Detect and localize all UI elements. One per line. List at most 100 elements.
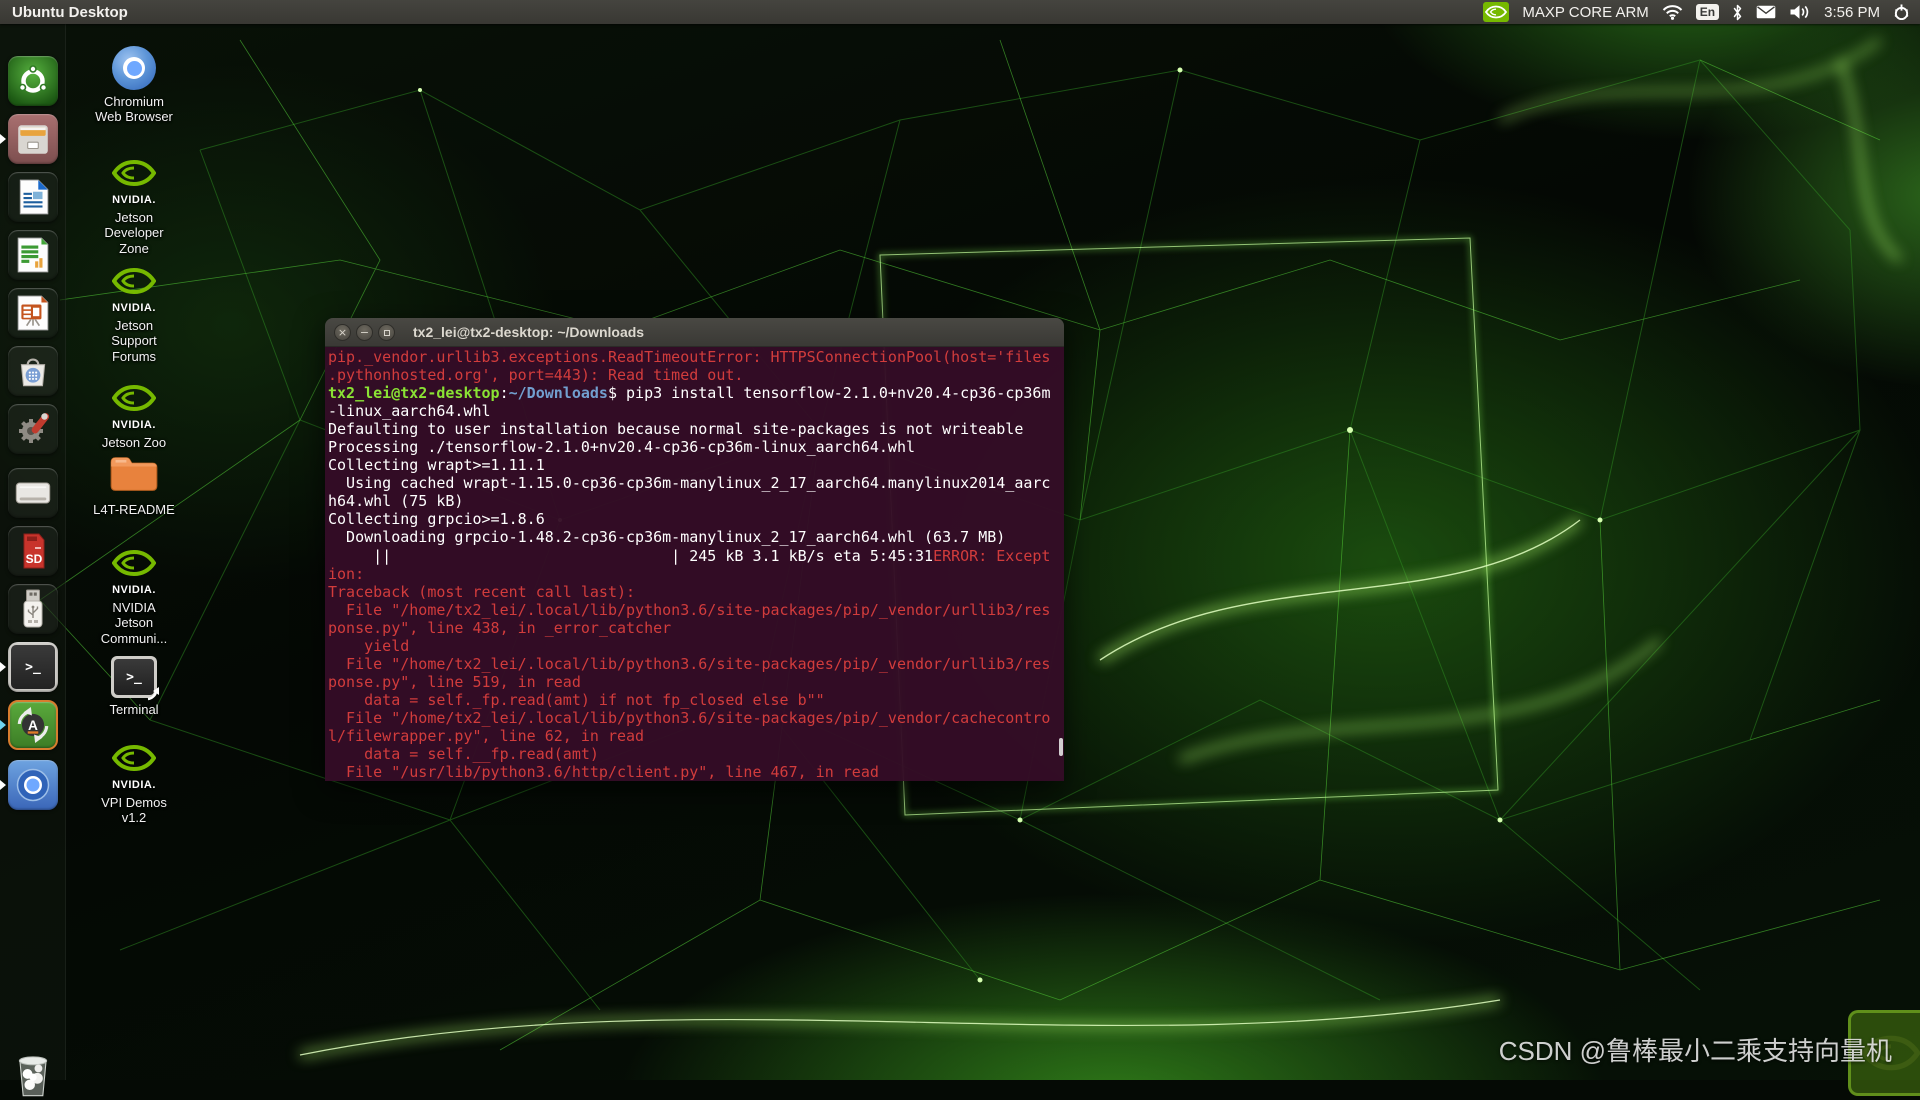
libreoffice-calc-icon [8,230,58,280]
terminal-line: ponse.py", line 519, in read [328,673,1064,691]
bluetooth-icon[interactable] [1732,4,1743,21]
dock-item-libreoffice-writer[interactable] [8,172,58,222]
libreoffice-writer-icon [8,172,58,222]
terminal-line: data = self.__fp.read(amt) [328,745,1064,763]
terminal-line: -linux_aarch64.whl [328,402,1064,420]
usb-drive-icon [8,584,58,634]
desktop-icon-label: Jetson Developer Zone [92,210,176,256]
terminal-icon: >_ [111,656,157,698]
power-icon[interactable] [1893,4,1910,21]
terminal-icon: >_ [8,642,58,692]
terminal-line: ponse.py", line 438, in _error_catcher [328,619,1064,637]
system-settings-icon [8,404,58,454]
terminal-titlebar[interactable]: × − tx2_lei@tx2-desktop: ~/Downloads [325,318,1064,347]
desktop-icon-label: NVIDIA Jetson Communi... [92,600,176,646]
terminal-line: tx2_lei@tx2-desktop:~/Downloads$ pip3 in… [328,384,1064,402]
running-indicator-arrow [0,720,6,730]
desktop-icon-nvidia-jetson-community[interactable]: NVIDIA.NVIDIA Jetson Communi... [92,548,176,646]
desktop-icon-label: Terminal [92,702,176,717]
running-indicator-arrow [0,134,6,144]
nvidia-logo-icon: NVIDIA. [112,266,156,314]
terminal-line: File "/usr/lib/python3.6/http/client.py"… [328,763,1064,781]
dock-item-files[interactable] [8,114,58,164]
dock-item-sd-card[interactable]: SD [8,526,58,576]
desktop-icon-label: Chromium Web Browser [92,94,176,125]
clock[interactable]: 3:56 PM [1824,4,1880,21]
desktop-icon-l4t-readme[interactable]: L4T-README [92,453,176,517]
chromium-icon [8,760,58,810]
running-indicator-arrow [0,662,6,672]
terminal-line: Traceback (most recent call last): [328,583,1064,601]
desktop-icon-label: Jetson Support Forums [92,318,176,364]
dash-home-icon [8,56,58,106]
dock-item-terminal[interactable]: >_ [8,642,58,692]
terminal-line: data = self._fp.read(amt) if not fp_clos… [328,691,1064,709]
dock-item-ubuntu-software[interactable] [8,346,58,396]
desktop-icon-vpi-demos[interactable]: NVIDIA. VPI Demos v1.2 [92,743,176,826]
scrollbar-handle[interactable] [1059,738,1063,756]
dock-item-disks[interactable] [8,468,58,518]
desktop-icon-jetson-developer-zone[interactable]: NVIDIA.Jetson Developer Zone [92,158,176,256]
desktop-icon-label: Jetson Zoo [92,435,176,450]
desktop-icon-label: L4T-README [92,502,176,517]
ubuntu-software-icon [8,346,58,396]
power-mode-indicator[interactable]: MAXP CORE ARM [1522,4,1648,21]
dock-item-libreoffice-impress[interactable] [8,288,58,338]
maximize-button[interactable] [378,324,395,341]
volume-icon[interactable] [1789,4,1811,20]
terminal-window: × − tx2_lei@tx2-desktop: ~/Downloads pip… [325,318,1064,781]
terminal-line: .pythonhosted.org', port=443): Read time… [328,366,1064,384]
desktop-icon-label: VPI Demos v1.2 [92,795,176,826]
svg-text:A: A [28,718,38,733]
dock-item-usb-drive[interactable] [8,584,58,634]
desktop-icon-chromium-web-browser[interactable]: Chromium Web Browser [92,46,176,125]
chromium-icon [112,46,156,90]
dock-item-libreoffice-calc[interactable] [8,230,58,280]
terminal-line: File "/home/tx2_lei/.local/lib/python3.6… [328,709,1064,727]
terminal-line: ion: [328,565,1064,583]
desktop-icon-terminal[interactable]: >_ Terminal [92,656,176,717]
terminal-line: h64.whl (75 kB) [328,492,1064,510]
software-updater-icon: A [8,700,58,750]
top-panel: Ubuntu Desktop MAXP CORE ARM En 3:56 PM [0,0,1920,24]
close-button[interactable]: × [334,324,351,341]
wifi-icon[interactable] [1662,4,1683,20]
terminal-line: Using cached wrapt-1.15.0-cp36-cp36m-man… [328,474,1064,492]
sd-card-icon: SD [8,526,58,576]
dock-item-dash-home[interactable] [8,56,58,106]
terminal-line: pip._vendor.urllib3.exceptions.ReadTimeo… [328,348,1064,366]
nvidia-logo-icon: NVIDIA. [112,548,156,596]
window-title: tx2_lei@tx2-desktop: ~/Downloads [413,324,644,340]
terminal-line: Downloading grpcio-1.48.2-cp36-cp36m-man… [328,528,1064,546]
terminal-line: Defaulting to user installation because … [328,420,1064,438]
terminal-line: File "/home/tx2_lei/.local/lib/python3.6… [328,655,1064,673]
panel-title: Ubuntu Desktop [12,4,128,21]
terminal-line: l/filewrapper.py", line 62, in read [328,727,1064,745]
keyboard-layout-indicator[interactable]: En [1696,4,1719,20]
terminal-line: || | 245 kB 3.1 kB/s eta 5:45:31ERROR: E… [328,547,1064,565]
nvidia-status-icon[interactable] [1483,2,1509,22]
svg-text:SD: SD [26,552,43,566]
disks-icon [8,468,58,518]
libreoffice-impress-icon [8,288,58,338]
nvidia-logo-icon: NVIDIA. [112,743,156,791]
terminal-output[interactable]: pip._vendor.urllib3.exceptions.ReadTimeo… [325,347,1064,781]
nvidia-logo-icon: NVIDIA. [112,383,156,431]
dock-item-software-updater[interactable]: A [8,700,58,750]
terminal-line: Collecting wrapt>=1.11.1 [328,456,1064,474]
desktop-icon-jetson-support-forums[interactable]: NVIDIA.Jetson Support Forums [92,266,176,364]
minimize-button[interactable]: − [356,324,373,341]
dock-item-chromium[interactable] [8,760,58,810]
dock-item-system-settings[interactable] [8,404,58,454]
files-icon [8,114,58,164]
folder-icon [109,453,159,498]
nvidia-logo-icon: NVIDIA. [112,158,156,206]
desktop-icon-jetson-zoo[interactable]: NVIDIA. Jetson Zoo [92,383,176,450]
csdn-watermark: CSDN @鲁棒最小二乘支持向量机 [1499,1031,1892,1068]
mail-icon[interactable] [1756,5,1776,19]
dock-item-trash[interactable] [8,1050,58,1100]
trash-icon [8,1050,58,1100]
terminal-line: yield [328,637,1064,655]
terminal-line: File "/home/tx2_lei/.local/lib/python3.6… [328,601,1064,619]
launcher-dock: SD >_ A [0,24,66,1080]
